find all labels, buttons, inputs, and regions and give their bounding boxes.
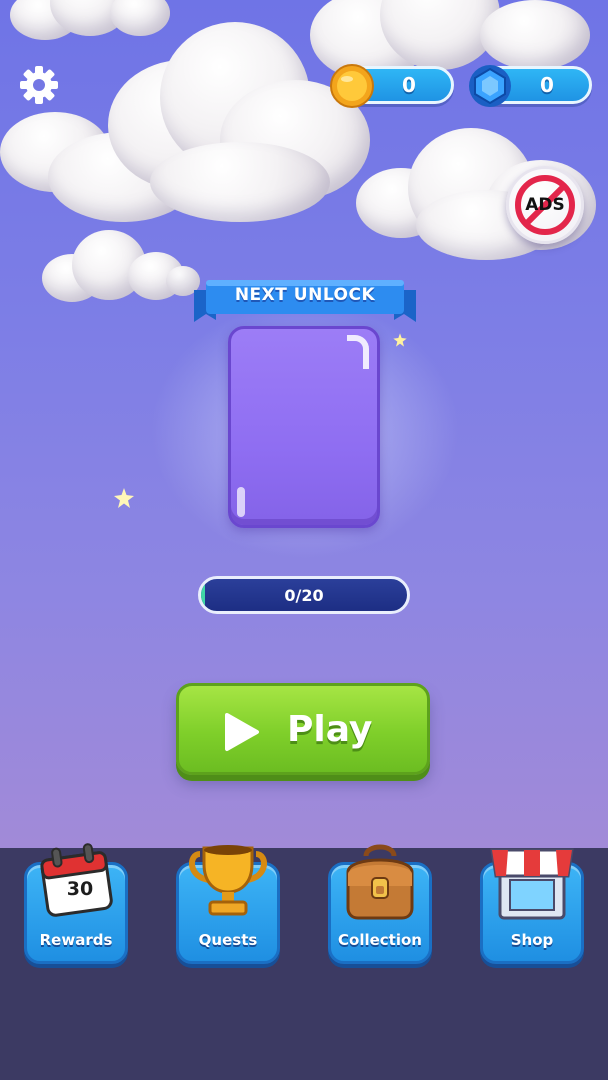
- trophy-icon: [189, 845, 267, 916]
- next-unlock-card[interactable]: [228, 326, 380, 528]
- gear-icon: [20, 66, 58, 104]
- star-sparkle-icon: [114, 488, 134, 508]
- remove-ads-button[interactable]: ADS: [506, 166, 584, 244]
- nav-collection-label: Collection: [338, 931, 422, 949]
- play-icon: [225, 713, 259, 751]
- play-label: Play: [287, 708, 373, 750]
- play-button[interactable]: Play: [176, 683, 430, 775]
- settings-button[interactable]: [18, 64, 60, 106]
- cloud-small-left: [42, 230, 202, 310]
- next-unlock-title: NEXT UNLOCK: [234, 285, 376, 305]
- calendar-day: 30: [66, 878, 94, 900]
- no-ads-label: ADS: [525, 195, 565, 215]
- shop-icon: [490, 848, 574, 920]
- backpack-icon: [346, 844, 414, 920]
- unlock-progress-bar: 0/20: [198, 576, 410, 614]
- coin-counter[interactable]: 0: [330, 64, 454, 108]
- nav-quests-label: Quests: [198, 931, 258, 949]
- nav-rewards-label: Rewards: [39, 931, 113, 949]
- gem-counter[interactable]: 0: [469, 65, 592, 107]
- star-sparkle-icon: [393, 333, 407, 347]
- progress-text: 0/20: [284, 585, 324, 605]
- coin-count: 0: [402, 73, 416, 97]
- gem-count: 0: [540, 73, 554, 97]
- nav-shop-label: Shop: [510, 931, 554, 949]
